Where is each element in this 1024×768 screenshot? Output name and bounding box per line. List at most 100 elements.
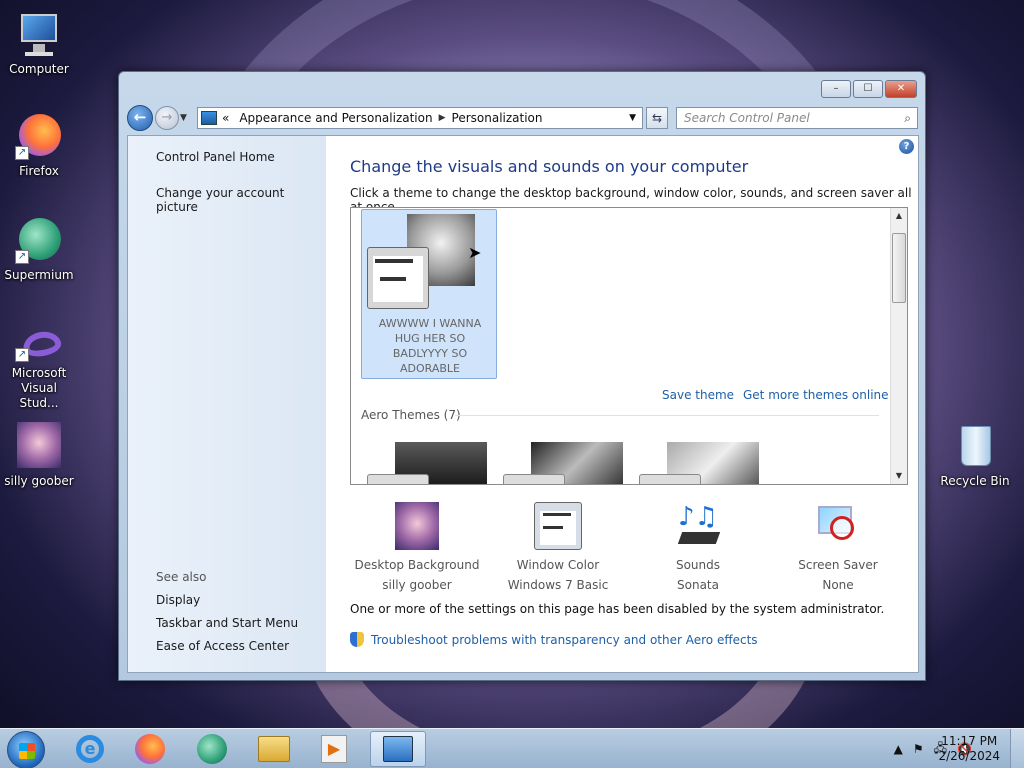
screen-saver-setting[interactable]: Screen Saver None: [768, 502, 908, 592]
desktop-background-icon: [395, 502, 439, 550]
sidebar-link-account-picture[interactable]: Change your account picture: [156, 186, 326, 214]
aero-themes-heading: Aero Themes (7): [361, 408, 461, 422]
sidebar-link-control-panel-home[interactable]: Control Panel Home: [156, 150, 275, 164]
theme-window-thumbnail: [367, 247, 429, 309]
desktop-icon-supermium[interactable]: ↗ Supermium: [0, 216, 78, 282]
troubleshoot-link[interactable]: Troubleshoot problems with transparency …: [350, 632, 758, 647]
forward-button[interactable]: →: [155, 106, 179, 130]
get-more-themes-link[interactable]: Get more themes online: [743, 388, 889, 402]
sidebar-link-display[interactable]: Display: [156, 593, 200, 607]
breadcrumb-personalization[interactable]: Personalization: [452, 111, 543, 125]
help-icon[interactable]: ?: [899, 139, 914, 154]
setting-value: None: [822, 578, 854, 592]
divider: [455, 415, 879, 416]
taskbar-supermium[interactable]: [184, 731, 240, 767]
taskbar-firefox[interactable]: [122, 731, 178, 767]
shield-icon: [350, 632, 364, 647]
disabled-message: One or more of the settings on this page…: [350, 602, 885, 616]
search-input[interactable]: Search Control Panel ⌕: [676, 107, 918, 129]
desktop-icon-label: silly goober: [4, 474, 74, 488]
shortcut-arrow-icon: ↗: [15, 348, 29, 362]
taskbar-windows-explorer[interactable]: [246, 731, 302, 767]
window-color-icon: [534, 502, 582, 550]
page-title: Change the visuals and sounds on your co…: [350, 157, 749, 176]
windows-explorer-icon: [258, 736, 290, 762]
desktop-icon-label: Computer: [9, 62, 69, 76]
sidebar-link-ease-of-access[interactable]: Ease of Access Center: [156, 639, 289, 653]
aero-theme-thumbnail[interactable]: [367, 442, 487, 484]
action-center-flag-icon[interactable]: ⚑: [913, 742, 924, 756]
save-theme-link[interactable]: Save theme: [662, 388, 734, 402]
search-placeholder: Search Control Panel: [684, 111, 810, 125]
aero-theme-thumbnail[interactable]: [639, 442, 759, 484]
start-button[interactable]: [7, 731, 45, 768]
shortcut-arrow-icon: ↗: [15, 250, 29, 264]
internet-explorer-icon: e: [76, 735, 104, 763]
taskbar-control-panel[interactable]: [370, 731, 426, 767]
setting-label: Screen Saver: [798, 558, 878, 572]
search-icon[interactable]: ⌕: [904, 111, 911, 126]
clock[interactable]: 11:17 PM 2/26/2024: [938, 734, 1000, 764]
clock-time: 11:17 PM: [941, 734, 998, 748]
media-player-icon: ▶: [321, 735, 347, 763]
supermium-icon: [197, 734, 227, 764]
sidebar-link-taskbar[interactable]: Taskbar and Start Menu: [156, 616, 298, 630]
sidebar: Control Panel Home Change your account p…: [128, 136, 326, 672]
taskbar-internet-explorer[interactable]: e: [62, 731, 118, 767]
window-controls: – ☐ ✕: [821, 80, 917, 98]
close-button[interactable]: ✕: [885, 80, 917, 98]
sounds-setting[interactable]: ♪♫ Sounds Sonata: [628, 502, 768, 592]
desktop-icon-firefox[interactable]: ↗ Firefox: [0, 112, 78, 178]
desktop-icon-label: Recycle Bin: [940, 474, 1010, 488]
desktop-icon-computer[interactable]: Computer: [0, 10, 78, 76]
address-dropdown-icon[interactable]: ▼: [629, 113, 636, 123]
address-bar[interactable]: « Appearance and Personalization ▶ Perso…: [197, 107, 643, 129]
scroll-thumb[interactable]: [892, 233, 906, 303]
recycle-bin-icon: [951, 422, 999, 470]
selected-theme-name: AWWWW I WANNA HUG HER SO BADLYYYY SO ADO…: [378, 317, 482, 375]
windows-logo-icon: [19, 743, 35, 759]
see-also-heading: See also: [156, 570, 207, 584]
setting-label: Sounds: [675, 558, 721, 572]
setting-value: Sonata: [677, 578, 719, 592]
control-panel-window[interactable]: – ☐ ✕ ← → ▼ « Appearance and Personaliza…: [118, 71, 926, 681]
breadcrumb-separator-icon[interactable]: ▶: [439, 113, 446, 123]
theme-list[interactable]: ➤ AWWWW I WANNA HUG HER SO BADLYYYY SO A…: [350, 207, 908, 485]
firefox-icon: ↗: [15, 112, 63, 160]
desktop-icon-label: Supermium: [4, 268, 74, 282]
sounds-icon: ♪♫: [674, 502, 722, 550]
scroll-down-icon[interactable]: ▼: [891, 468, 907, 484]
troubleshoot-label[interactable]: Troubleshoot problems with transparency …: [371, 633, 758, 647]
scroll-up-icon[interactable]: ▲: [891, 208, 907, 224]
show-hidden-icons-icon[interactable]: ▲: [894, 742, 903, 756]
back-button[interactable]: ←: [127, 105, 153, 131]
setting-value: silly goober: [382, 578, 452, 592]
taskbar: e ▶ ▲ ⚑ 🖧 🔇 11:17 PM 2/26/2024: [0, 728, 1024, 768]
minimize-button[interactable]: –: [821, 80, 851, 98]
window-color-setting[interactable]: Window Color Windows 7 Basic: [488, 502, 628, 592]
control-panel-icon: [201, 111, 217, 125]
taskbar-media-player[interactable]: ▶: [306, 731, 362, 767]
recent-pages-dropdown[interactable]: ▼: [180, 113, 192, 123]
theme-list-scrollbar[interactable]: ▲ ▼: [890, 208, 907, 484]
maximize-button[interactable]: ☐: [853, 80, 883, 98]
breadcrumb-appearance[interactable]: Appearance and Personalization: [239, 111, 432, 125]
desktop-background-setting[interactable]: Desktop Background silly goober: [347, 502, 487, 592]
visual-studio-icon: ↗: [15, 328, 63, 362]
navigation-bar: ← → ▼ « Appearance and Personalization ▶…: [127, 104, 918, 132]
refresh-button[interactable]: ⇆: [646, 107, 668, 129]
desktop-icon-recycle-bin[interactable]: Recycle Bin: [936, 422, 1014, 488]
shortcut-arrow-icon: ↗: [15, 146, 29, 160]
firefox-icon: [135, 734, 165, 764]
selected-theme[interactable]: ➤ AWWWW I WANNA HUG HER SO BADLYYYY SO A…: [361, 209, 497, 379]
mouse-cursor-icon: ➤: [468, 243, 482, 262]
setting-label: Window Color: [516, 558, 600, 572]
address-overflow-chevron[interactable]: «: [222, 111, 229, 125]
desktop-icon-visual-studio[interactable]: ↗ Microsoft Visual Stud...: [0, 328, 78, 411]
show-desktop-button[interactable]: [1010, 729, 1024, 768]
desktop-icon-silly-goober[interactable]: silly goober: [0, 422, 78, 488]
content-area: Control Panel Home Change your account p…: [127, 135, 919, 673]
control-panel-icon: [383, 736, 413, 762]
aero-theme-thumbnail[interactable]: [503, 442, 623, 484]
image-file-icon: [15, 422, 63, 470]
